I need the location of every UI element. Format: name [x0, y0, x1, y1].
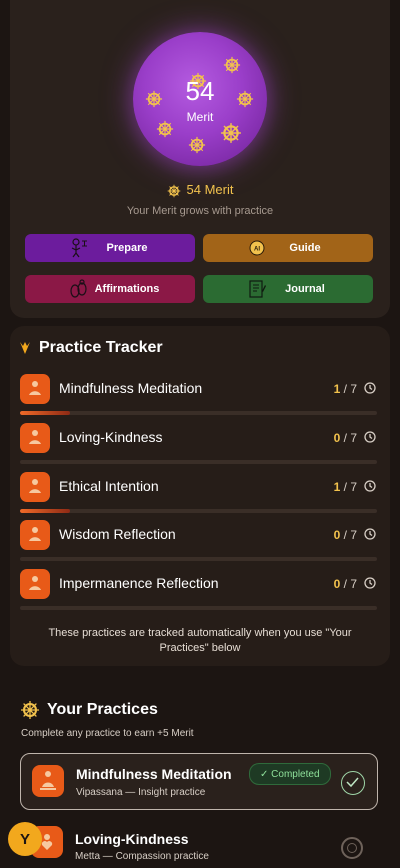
journal-button[interactable]: Journal — [203, 275, 373, 303]
avatar[interactable]: Y — [8, 822, 42, 856]
tracker-row-count: 1 / 7 — [334, 480, 357, 494]
tracker-row-done: 0 — [333, 528, 341, 542]
tracker-row-total: / 7 — [343, 577, 357, 591]
progress-bar — [20, 411, 377, 415]
progress-bar — [20, 509, 377, 513]
tracker-row-done: 1 — [333, 480, 341, 494]
tracker-row-name: Wisdom Reflection — [59, 526, 176, 542]
ai-guide-icon: AI — [249, 240, 265, 256]
dharma-wheel-icon — [21, 701, 39, 719]
merit-orb[interactable]: 54 Merit — [133, 32, 267, 166]
tracker-row[interactable]: Wisdom Reflection 0 / 7 — [20, 520, 380, 566]
merit-summary: 54 Merit — [0, 182, 400, 198]
tracker-row-name: Loving-Kindness — [59, 429, 163, 445]
practice-tracker-title: Practice Tracker — [39, 339, 163, 356]
heart-icon — [20, 423, 50, 453]
progress-bar — [20, 606, 377, 610]
history-icon[interactable] — [363, 381, 377, 395]
check-icon[interactable] — [341, 771, 365, 795]
tracker-row[interactable]: Impermanence Reflection 0 / 7 — [20, 569, 380, 615]
tracker-row-name: Mindfulness Meditation — [59, 380, 203, 396]
hands-icon — [70, 279, 87, 298]
lotus-icon — [20, 342, 30, 354]
progress-bar — [20, 557, 377, 561]
your-practices-subtitle: Complete any practice to earn +5 Merit — [21, 728, 194, 739]
merit-orb-label: Merit — [186, 110, 214, 124]
tracker-row-total: / 7 — [343, 382, 357, 396]
progress-bar — [20, 460, 377, 464]
prepare-icon — [71, 238, 87, 258]
affirmations-button[interactable]: Affirmations — [25, 275, 195, 303]
meditation-icon — [20, 374, 50, 404]
tracker-row[interactable]: Mindfulness Meditation 1 / 7 — [20, 374, 380, 420]
tracker-note: These practices are tracked automaticall… — [48, 627, 352, 654]
impermanence-icon — [20, 569, 50, 599]
tracker-row-done: 1 — [333, 382, 341, 396]
tracker-row-count: 0 / 7 — [334, 577, 357, 591]
history-icon[interactable] — [363, 527, 377, 541]
guide-button-label: Guide — [289, 242, 321, 254]
dharma-wheel-icon — [188, 136, 206, 154]
tracker-row[interactable]: Ethical Intention 1 / 7 — [20, 472, 380, 518]
progress-fill — [20, 509, 70, 513]
ethics-icon — [20, 472, 50, 502]
practice-subtitle: Vipassana — Insight practice — [76, 787, 206, 798]
dharma-wheel-icon — [167, 184, 180, 197]
tracker-row-name: Impermanence Reflection — [59, 575, 219, 591]
journal-button-label: Journal — [285, 283, 325, 295]
merit-orb-value: 54 — [185, 76, 215, 106]
tracker-row-total: / 7 — [343, 528, 357, 542]
dharma-wheel-icon — [223, 56, 241, 74]
tracker-row-count: 0 / 7 — [334, 431, 357, 445]
meditation-icon — [32, 765, 64, 797]
progress-fill — [20, 411, 70, 415]
practice-subtitle: Metta — Compassion practice — [75, 851, 209, 862]
history-icon[interactable] — [363, 576, 377, 590]
tracker-row-total: / 7 — [343, 431, 357, 445]
history-icon[interactable] — [363, 479, 377, 493]
incomplete-indicator[interactable] — [341, 837, 363, 859]
completed-badge: ✓ Completed — [249, 763, 331, 785]
svg-text:AI: AI — [254, 247, 260, 253]
tracker-row-done: 0 — [333, 577, 341, 591]
history-icon[interactable] — [363, 430, 377, 444]
practice-card-mindfulness[interactable]: Mindfulness Meditation Vipassana — Insig… — [20, 753, 378, 810]
tracker-row[interactable]: Loving-Kindness 0 / 7 — [20, 423, 380, 469]
tracker-row-name: Ethical Intention — [59, 478, 159, 494]
tracker-row-count: 1 / 7 — [334, 382, 357, 396]
journal-icon — [249, 280, 266, 298]
your-practices-title: Your Practices — [47, 701, 158, 718]
prepare-button-label: Prepare — [106, 242, 148, 254]
merit-subtitle: Your Merit grows with practice — [126, 205, 274, 217]
practice-name[interactable]: Loving-Kindness — [75, 831, 189, 847]
guide-button[interactable]: AI Guide — [203, 234, 373, 262]
dharma-wheel-icon — [221, 123, 241, 143]
tracker-row-count: 0 / 7 — [334, 528, 357, 542]
wisdom-icon — [20, 520, 50, 550]
prepare-button[interactable]: Prepare — [25, 234, 195, 262]
tracker-row-total: / 7 — [343, 480, 357, 494]
practice-name: Mindfulness Meditation — [76, 766, 232, 782]
affirmations-button-label: Affirmations — [94, 283, 160, 295]
tracker-row-done: 0 — [333, 431, 341, 445]
merit-summary-text: 54 Merit — [186, 182, 234, 197]
